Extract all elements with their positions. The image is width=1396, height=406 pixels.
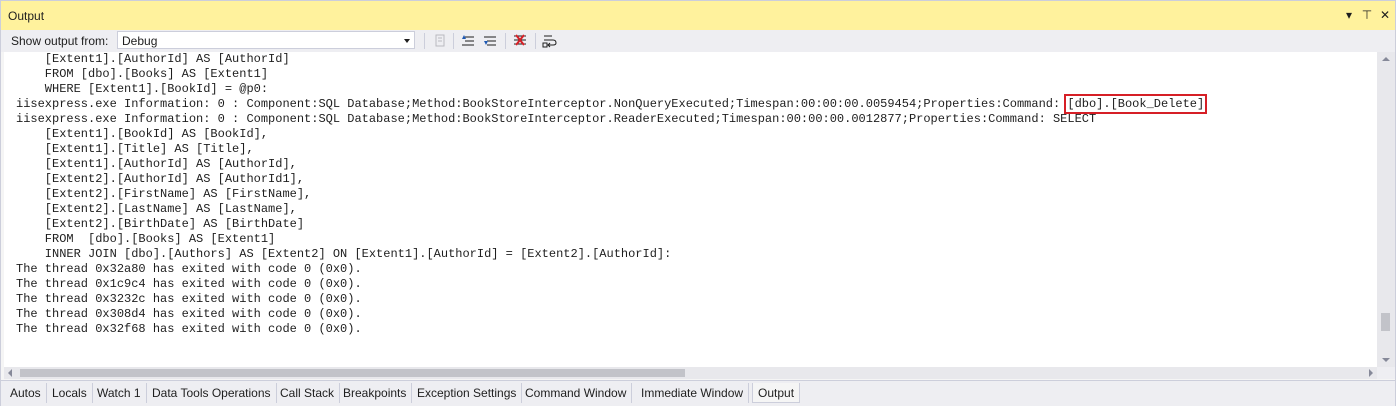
- clear-all-icon[interactable]: [511, 32, 529, 50]
- highlighted-command: [dbo].[Book_Delete]: [1064, 94, 1208, 114]
- scroll-down-icon[interactable]: [1382, 358, 1390, 362]
- title-bar: Output ▾ ⊤ ✕: [1, 1, 1395, 31]
- output-line: iisexpress.exe Information: 0 : Componen…: [16, 112, 1097, 126]
- vertical-scrollbar[interactable]: [1377, 52, 1395, 367]
- find-message-in-code-icon[interactable]: [431, 32, 449, 50]
- output-line: FROM [dbo].[Books] AS [Extent1]: [16, 232, 276, 246]
- window-title: Output: [8, 9, 45, 23]
- output-line: The thread 0x308d4 has exited with code …: [16, 307, 362, 321]
- output-line: The thread 0x32f68 has exited with code …: [16, 322, 362, 336]
- output-line-highlight: iisexpress.exe Information: 0 : Componen…: [16, 94, 1208, 114]
- output-source-value: Debug: [122, 34, 158, 48]
- output-line: The thread 0x32a80 has exited with code …: [16, 262, 362, 276]
- scroll-right-icon[interactable]: [1369, 369, 1373, 377]
- toggle-word-wrap-icon[interactable]: [541, 32, 559, 50]
- output-line: [Extent2].[BirthDate] AS [BirthDate]: [16, 217, 305, 231]
- output-text-area[interactable]: [Extent1].[AuthorId] AS [AuthorId] FROM …: [4, 52, 1377, 367]
- next-message-icon[interactable]: [481, 32, 499, 50]
- output-lines-bottom: iisexpress.exe Information: 0 : Componen…: [16, 112, 1096, 337]
- output-window: Output ▾ ⊤ ✕ Show output from: Debug [Ex…: [0, 0, 1396, 406]
- tab-locals[interactable]: Locals: [47, 383, 93, 403]
- output-line: [Extent2].[FirstName] AS [FirstName],: [16, 187, 312, 201]
- output-line-text: iisexpress.exe Information: 0 : Componen…: [16, 97, 1068, 111]
- tab-output[interactable]: Output: [752, 383, 801, 403]
- chevron-down-icon: [404, 39, 410, 43]
- horizontal-scrollbar[interactable]: [4, 367, 1377, 379]
- output-line: [Extent1].[Title] AS [Title],: [16, 142, 254, 156]
- pin-icon[interactable]: ⊤: [1358, 5, 1376, 25]
- output-line: The thread 0x3232c has exited with code …: [16, 292, 362, 306]
- output-line: [Extent1].[AuthorId] AS [AuthorId]: [16, 52, 290, 66]
- window-menu-dropdown-icon[interactable]: ▾: [1340, 5, 1358, 25]
- tool-window-tabs: Autos Locals Watch 1 Data Tools Operations C…: [1, 380, 1395, 406]
- output-line: The thread 0x1c9c4 has exited with code …: [16, 277, 362, 291]
- vertical-scroll-thumb[interactable]: [1381, 313, 1390, 331]
- toolbar-separator: [453, 33, 454, 49]
- tab-exception-settings[interactable]: Exception Settings: [412, 383, 523, 403]
- output-line: [Extent1].[BookId] AS [BookId],: [16, 127, 269, 141]
- output-line: [Extent1].[AuthorId] AS [AuthorId],: [16, 157, 297, 171]
- tab-call-stack[interactable]: Call Stack: [275, 383, 341, 403]
- show-output-from-label: Show output from:: [11, 34, 109, 48]
- output-line: WHERE [Extent1].[BookId] = @p0:: [16, 82, 269, 96]
- scroll-up-icon[interactable]: [1382, 57, 1390, 61]
- scroll-left-icon[interactable]: [8, 369, 12, 377]
- previous-message-icon[interactable]: [459, 32, 477, 50]
- output-source-select[interactable]: Debug: [117, 31, 415, 49]
- output-lines-top: [Extent1].[AuthorId] AS [AuthorId] FROM …: [16, 52, 290, 97]
- toolbar-separator: [505, 33, 506, 49]
- toolbar-separator: [424, 33, 425, 49]
- output-line: [Extent2].[LastName] AS [LastName],: [16, 202, 297, 216]
- tab-command-window[interactable]: Command Window: [520, 383, 633, 403]
- horizontal-scroll-thumb[interactable]: [20, 369, 685, 377]
- output-line: INNER JOIN [dbo].[Authors] AS [Extent2] …: [16, 247, 672, 261]
- scrollbar-corner: [1377, 367, 1395, 379]
- tab-immediate-window[interactable]: Immediate Window: [636, 383, 750, 403]
- tab-watch-1[interactable]: Watch 1: [92, 383, 147, 403]
- output-line: FROM [dbo].[Books] AS [Extent1]: [16, 67, 269, 81]
- tab-breakpoints[interactable]: Breakpoints: [338, 383, 413, 403]
- tab-data-tools-operations[interactable]: Data Tools Operations: [147, 383, 277, 403]
- tab-autos[interactable]: Autos: [5, 383, 47, 403]
- output-toolbar: Show output from: Debug: [1, 30, 1395, 52]
- output-line: [Extent2].[AuthorId] AS [AuthorId1],: [16, 172, 305, 186]
- close-icon[interactable]: ✕: [1376, 5, 1394, 25]
- toolbar-separator: [535, 33, 536, 49]
